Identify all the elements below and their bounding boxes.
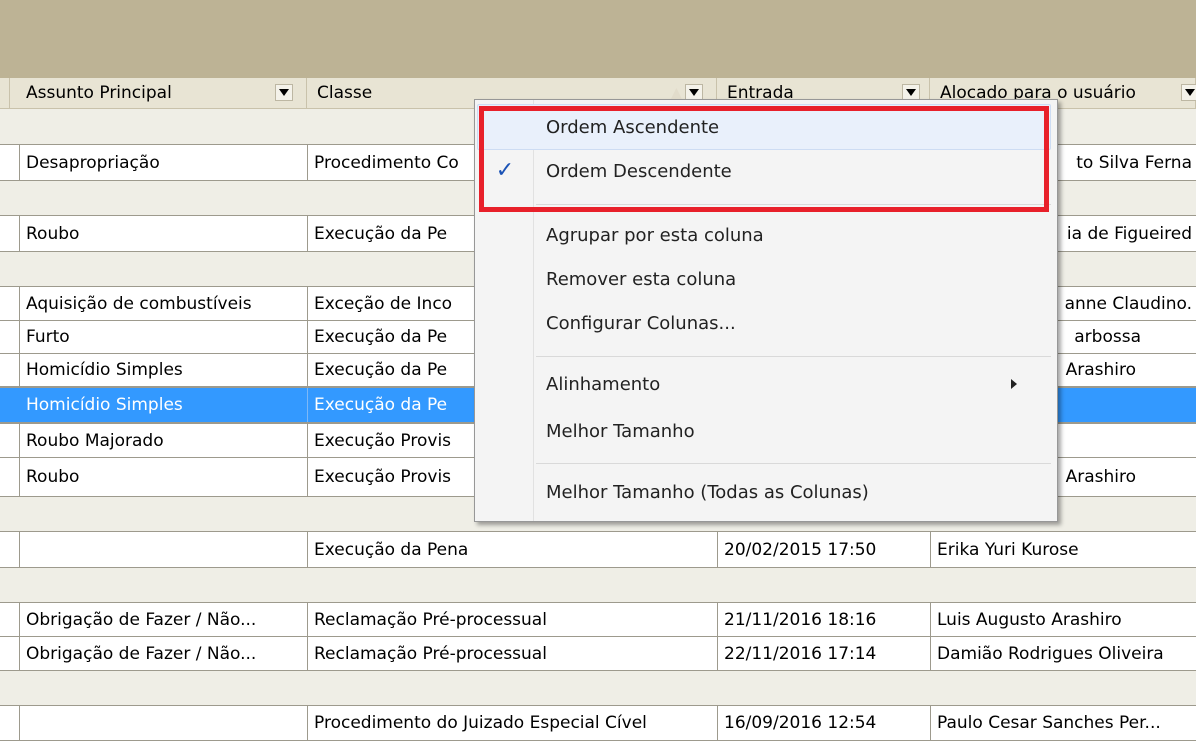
cell-assunto: Aquisição de combustíveis (19, 287, 307, 320)
menu-separator (536, 356, 1051, 357)
usuario-filter-dropdown[interactable] (1181, 84, 1196, 101)
menu-item-best-size-all-columns[interactable]: Melhor Tamanho (Todas as Colunas) (546, 478, 869, 508)
cell-usuario: Luis Augusto Arashiro (930, 603, 1196, 636)
table-row[interactable]: Procedimento do Juizado Especial Cível 1… (0, 705, 1196, 741)
chevron-down-icon (689, 89, 699, 96)
cell-usuario: Erika Yuri Kurose (930, 532, 1196, 567)
cell-assunto: Obrigação de Fazer / Não... (19, 603, 307, 636)
sort-ascending-icon: ▲ (671, 85, 682, 101)
chevron-down-icon (279, 89, 289, 96)
cell-assunto: Desapropriação (19, 145, 307, 180)
cell-assunto: Roubo Majorado (19, 424, 307, 457)
cell-entrada: 20/02/2015 17:50 (717, 532, 930, 567)
cell-entrada: 21/11/2016 18:16 (717, 603, 930, 636)
chevron-down-icon (1185, 89, 1195, 96)
cell-classe: Execução da Pena (307, 532, 717, 567)
cell-assunto (19, 532, 307, 567)
cell-assunto: Furto (19, 321, 307, 353)
table-row[interactable]: Obrigação de Fazer / Não... Reclamação P… (0, 602, 1196, 637)
assunto-filter-dropdown[interactable] (275, 84, 293, 101)
sort-options-highlight-box (479, 106, 1049, 212)
group-row (0, 670, 1196, 706)
cell-assunto: Homicídio Simples (19, 388, 307, 422)
menu-item-alignment[interactable]: Alinhamento (546, 370, 660, 400)
menu-separator (536, 463, 1051, 464)
column-header-assunto[interactable]: Assunto Principal (10, 78, 307, 108)
menu-item-best-size[interactable]: Melhor Tamanho (546, 417, 695, 447)
group-row (0, 567, 1196, 603)
cell-assunto: Homicídio Simples (19, 354, 307, 386)
cell-assunto: Obrigação de Fazer / Não... (19, 637, 307, 670)
table-row[interactable]: Execução da Pena 20/02/2015 17:50 Erika … (0, 531, 1196, 568)
menu-item-group-by-column[interactable]: Agrupar por esta coluna (546, 221, 764, 251)
column-header-left-edge (0, 78, 10, 108)
menu-item-configure-columns[interactable]: Configurar Colunas... (546, 309, 736, 339)
menu-item-remove-column[interactable]: Remover esta coluna (546, 265, 736, 295)
cell-usuario: Damião Rodrigues Oliveira (930, 637, 1196, 670)
submenu-arrow-icon (1011, 379, 1017, 389)
cell-assunto: Roubo (19, 458, 307, 496)
toolbar-area (0, 0, 1196, 78)
table-row[interactable]: Obrigação de Fazer / Não... Reclamação P… (0, 636, 1196, 671)
cell-classe: Reclamação Pré-processual (307, 603, 717, 636)
cell-assunto: Roubo (19, 216, 307, 251)
column-header-label: Assunto Principal (26, 83, 172, 103)
column-header-label: Classe (317, 83, 373, 103)
cell-entrada: 22/11/2016 17:14 (717, 637, 930, 670)
cell-classe: Reclamação Pré-processual (307, 637, 717, 670)
chevron-down-icon (906, 89, 916, 96)
